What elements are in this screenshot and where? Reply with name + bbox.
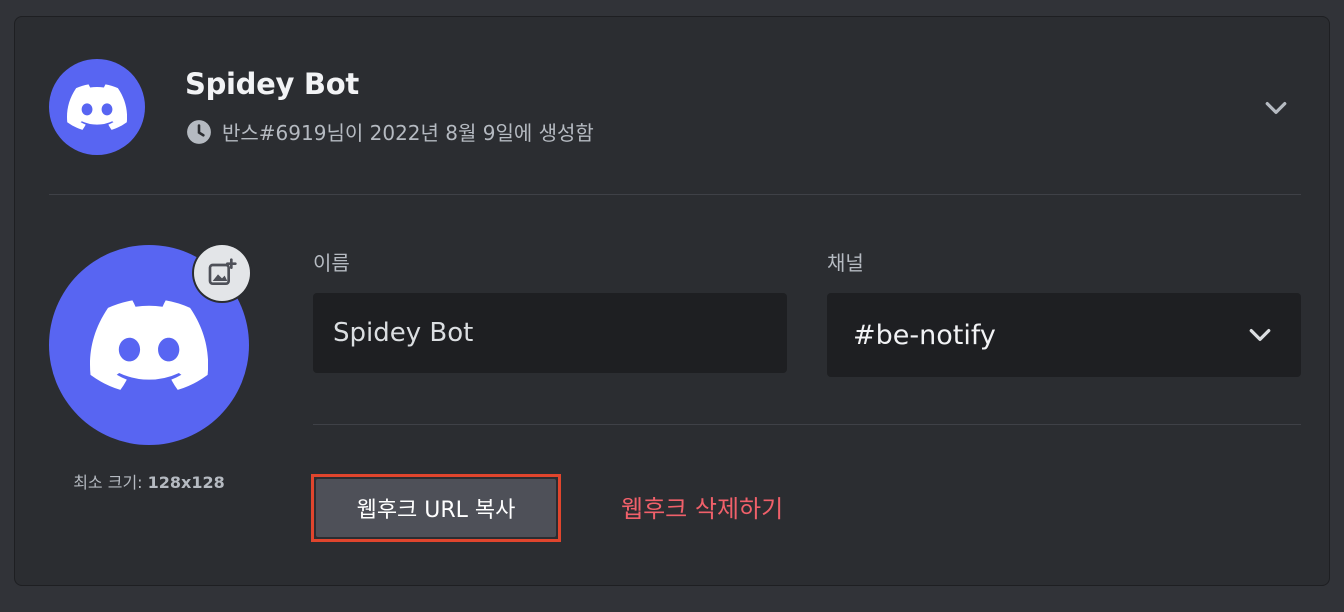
divider (313, 424, 1301, 425)
clock-icon (187, 119, 211, 144)
channel-select-value: #be-notify (853, 319, 996, 351)
chevron-down-icon[interactable] (1261, 93, 1291, 123)
upload-image-button[interactable] (194, 245, 250, 301)
add-image-icon (208, 258, 237, 285)
discord-logo-icon (90, 300, 208, 390)
name-label: 이름 (313, 251, 350, 275)
avatar-upload[interactable] (49, 245, 250, 445)
divider (49, 194, 1301, 195)
webhook-name-title: Spidey Bot (185, 67, 359, 101)
created-info: 반스#6919님이 2022년 8월 9일에 생성함 (186, 117, 594, 146)
copy-webhook-url-button[interactable]: 웹후크 URL 복사 (316, 479, 556, 537)
name-input[interactable] (313, 293, 787, 373)
webhook-avatar-small (49, 59, 145, 155)
discord-logo-icon (67, 84, 127, 130)
chevron-down-icon (1249, 329, 1271, 341)
created-text: 반스#6919님이 2022년 8월 9일에 생성함 (222, 121, 594, 145)
min-size-label: 최소 크기: (73, 473, 143, 492)
webhook-card: Spidey Bot 반스#6919님이 2022년 8월 9일에 생성함 최소… (14, 16, 1330, 586)
channel-select[interactable]: #be-notify (827, 293, 1301, 377)
min-size-hint: 최소 크기: 128x128 (49, 469, 249, 493)
channel-label: 채널 (827, 251, 864, 275)
delete-webhook-button[interactable]: 웹후크 삭제하기 (621, 489, 783, 524)
min-size-value: 128x128 (147, 473, 225, 492)
